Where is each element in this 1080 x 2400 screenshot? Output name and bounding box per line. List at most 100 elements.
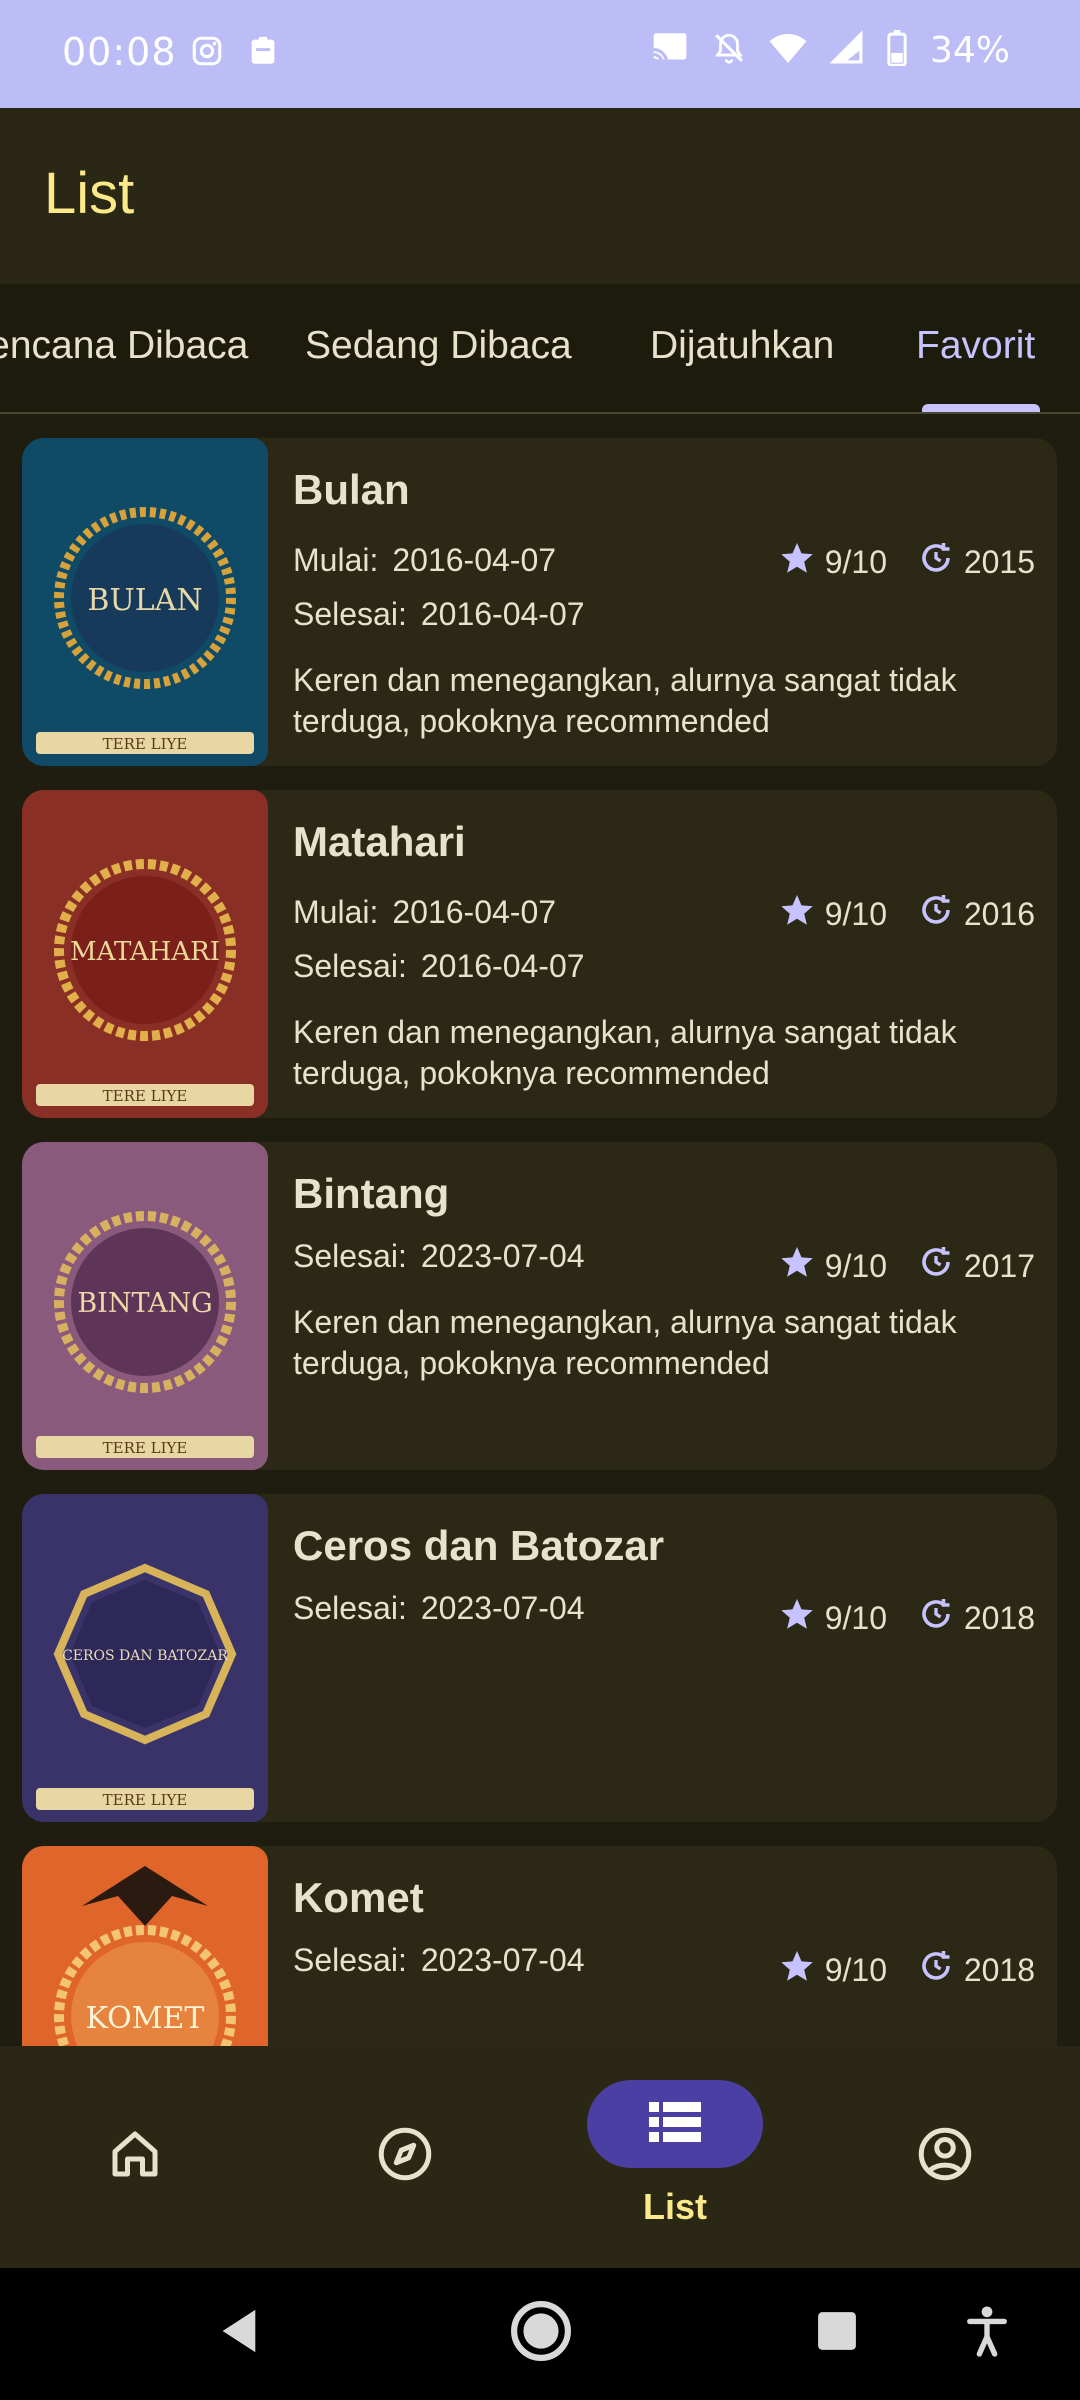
finish-date-value: 2016-04-07 <box>420 596 585 632</box>
book-card[interactable]: CEROS DAN BATOZAR TERE LIYE Ceros dan Ba… <box>22 1494 1057 1822</box>
nav-list-label: List <box>642 2186 707 2227</box>
history-icon <box>918 892 954 936</box>
start-label: Mulai: <box>293 542 379 578</box>
rating-value: 9/10 <box>824 895 887 932</box>
finish-date-value: 2023-07-04 <box>420 1238 585 1274</box>
star-icon <box>779 540 815 584</box>
list-icon <box>647 2098 703 2151</box>
year-value: 2016 <box>963 895 1035 932</box>
year: 2017 <box>918 1244 1035 1288</box>
svg-text:TERE LIYE: TERE LIYE <box>103 735 188 753</box>
book-list: BULAN TERE LIYE Bulan Mulai: 2016-04-07 S… <box>0 414 1080 2046</box>
history-icon <box>918 1948 954 1992</box>
svg-text:TERE LIYE: TERE LIYE <box>103 1439 188 1457</box>
tab-dijatuhkan[interactable]: Dijatuhkan <box>650 324 834 368</box>
start-date-value: 2016-04-07 <box>392 894 557 930</box>
start-date: Mulai: 2016-04-07 <box>293 542 556 579</box>
tab-sedang-dibaca[interactable]: Sedang Dibaca <box>305 324 572 368</box>
finish-date: Selesai: 2023-07-04 <box>293 1238 585 1275</box>
finish-date: Selesai: 2023-07-04 <box>293 1590 585 1627</box>
nav-profile[interactable] <box>810 2046 1080 2268</box>
nav-active-indicator <box>587 2080 763 2168</box>
start-label: Mulai: <box>293 894 379 930</box>
finish-label: Selesai: <box>293 1590 407 1626</box>
app-bar: List <box>0 108 1080 284</box>
svg-text:TERE LIYE: TERE LIYE <box>103 1087 188 1105</box>
back-icon[interactable] <box>216 2306 260 2361</box>
tab-favorit[interactable]: Favorit <box>916 324 1035 368</box>
book-card[interactable]: BULAN TERE LIYE Bulan Mulai: 2016-04-07 S… <box>22 438 1057 766</box>
finish-date-value: 2016-04-07 <box>420 948 585 984</box>
finish-date-value: 2023-07-04 <box>420 1942 585 1978</box>
rating: 9/10 <box>779 892 887 936</box>
svg-text:BINTANG: BINTANG <box>77 1288 212 1319</box>
finish-label: Selesai: <box>293 596 407 632</box>
history-icon <box>918 1244 954 1288</box>
book-cover-art: MATAHARI TERE LIYE <box>22 790 268 1118</box>
book-cover: BULAN TERE LIYE <box>22 438 268 766</box>
star-icon <box>779 1244 815 1288</box>
year: 2018 <box>918 1596 1035 1640</box>
book-cover: CEROS DAN BATOZAR TERE LIYE <box>22 1494 268 1822</box>
nav-home[interactable] <box>0 2046 270 2268</box>
rating: 9/10 <box>779 540 887 584</box>
book-review: Keren dan menegangkan, alurnya sangat ti… <box>293 662 957 739</box>
star-icon <box>779 892 815 936</box>
rating-value: 9/10 <box>824 1599 887 1636</box>
rating: 9/10 <box>779 1948 887 1992</box>
accessibility-icon[interactable] <box>964 2304 1010 2363</box>
finish-label: Selesai: <box>293 1942 407 1978</box>
book-title: Bulan <box>293 466 410 513</box>
instagram-icon <box>190 34 224 73</box>
book-cover-art: KOMET <box>22 1846 268 2046</box>
book-card[interactable]: KOMET Komet Selesai: 2023-07-04 9/10 2018 <box>22 1846 1057 2046</box>
start-date: Mulai: 2016-04-07 <box>293 894 556 931</box>
home-button-icon[interactable] <box>510 2300 572 2367</box>
finish-date-value: 2023-07-04 <box>420 1590 585 1626</box>
status-bar: 00:08 34% <box>0 0 1080 108</box>
rating-value: 9/10 <box>824 1247 887 1284</box>
tab-rencana-dibaca[interactable]: Rencana Dibaca <box>0 324 248 368</box>
year-value: 2017 <box>963 1247 1035 1284</box>
book-review: Keren dan menegangkan, alurnya sangat ti… <box>293 1014 957 1091</box>
svg-text:CEROS DAN BATOZAR: CEROS DAN BATOZAR <box>62 1648 228 1664</box>
star-icon <box>779 1948 815 1992</box>
star-icon <box>779 1596 815 1640</box>
book-title: Ceros dan Batozar <box>293 1522 665 1569</box>
finish-date: Selesai: 2016-04-07 <box>293 596 585 633</box>
book-title: Bintang <box>293 1170 450 1217</box>
recents-icon[interactable] <box>816 2310 858 2357</box>
book-cover-art: BINTANG TERE LIYE <box>22 1142 268 1470</box>
book-cover-art: CEROS DAN BATOZAR TERE LIYE <box>22 1494 268 1822</box>
history-icon <box>918 540 954 584</box>
start-date-value: 2016-04-07 <box>392 542 557 578</box>
rating: 9/10 <box>779 1244 887 1288</box>
book-cover-art: BULAN TERE LIYE <box>22 438 268 766</box>
year: 2015 <box>918 540 1035 584</box>
wifi-icon <box>768 30 808 71</box>
year: 2016 <box>918 892 1035 936</box>
notifications-off-icon <box>712 30 746 71</box>
tab-indicator <box>922 404 1040 412</box>
cast-icon <box>650 30 690 71</box>
page-title: List <box>44 161 135 226</box>
book-title: Matahari <box>293 818 466 865</box>
battery-percentage: 34% <box>929 30 1010 71</box>
year: 2018 <box>918 1948 1035 1992</box>
rating-value: 9/10 <box>824 543 887 580</box>
home-icon <box>105 2124 165 2189</box>
account-icon <box>915 2124 975 2189</box>
finish-date: Selesai: 2023-07-04 <box>293 1942 585 1979</box>
book-title: Komet <box>293 1874 424 1921</box>
nav-explore[interactable] <box>270 2046 540 2268</box>
book-card[interactable]: MATAHARI TERE LIYE Matahari Mulai: 2016-0… <box>22 790 1057 1118</box>
book-review: Keren dan menegangkan, alurnya sangat ti… <box>293 1304 957 1381</box>
svg-text:KOMET: KOMET <box>86 2001 205 2036</box>
nav-list[interactable]: List <box>540 2046 810 2268</box>
svg-text:BULAN: BULAN <box>87 583 202 618</box>
book-cover: BINTANG TERE LIYE <box>22 1142 268 1470</box>
rating: 9/10 <box>779 1596 887 1640</box>
finish-date: Selesai: 2016-04-07 <box>293 948 585 985</box>
history-icon <box>918 1596 954 1640</box>
book-card[interactable]: BINTANG TERE LIYE Bintang Selesai: 2023-0… <box>22 1142 1057 1470</box>
